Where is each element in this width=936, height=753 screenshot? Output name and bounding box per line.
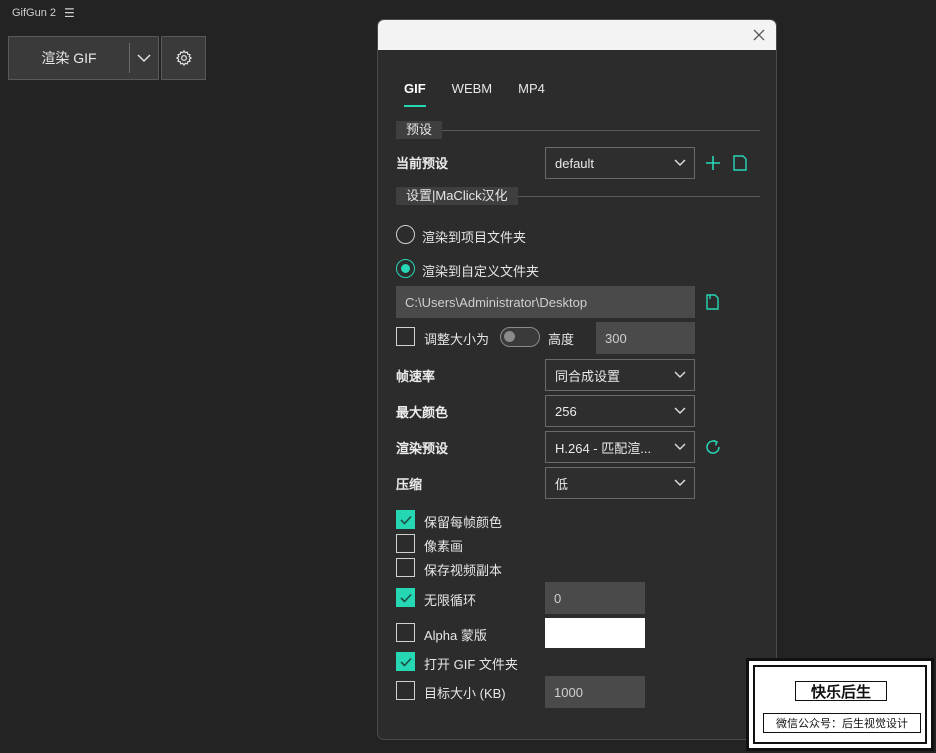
stamp-subtitle: 微信公众号：后生视觉设计 — [763, 713, 921, 733]
section-divider — [517, 195, 760, 197]
infinite-loop-label: 无限循环 — [424, 593, 477, 608]
target-size-input[interactable]: 1000 — [545, 676, 645, 708]
render-preset-label: 渲染预设 — [396, 441, 449, 456]
format-tabs: GIF WEBM MP4 — [404, 81, 545, 107]
compression-label: 压缩 — [396, 477, 423, 492]
height-input[interactable]: 300 — [596, 322, 695, 354]
tab-mp4[interactable]: MP4 — [518, 81, 545, 107]
browse-folder-button[interactable] — [704, 293, 722, 311]
tab-gif[interactable]: GIF — [404, 81, 426, 107]
fps-value: 同合成设置 — [555, 368, 621, 384]
current-preset-select[interactable]: default — [545, 147, 695, 179]
max-colors-label: 最大颜色 — [396, 405, 449, 420]
max-colors-value: 256 — [555, 403, 577, 419]
settings-section-title: 设置|MaClick汉化 — [396, 187, 518, 205]
gear-icon — [175, 49, 192, 67]
pixel-art-label: 像素画 — [424, 539, 464, 554]
loop-count-input[interactable]: 0 — [545, 582, 645, 614]
infinite-loop-checkbox[interactable] — [396, 588, 415, 607]
stamp-title: 快乐后生 — [795, 681, 887, 701]
settings-button[interactable] — [161, 36, 206, 80]
render-gif-button[interactable]: 渲染 GIF — [9, 37, 129, 79]
save-video-copy-checkbox[interactable] — [396, 558, 415, 577]
alpha-matte-label: Alpha 蒙版 — [424, 628, 487, 643]
open-gif-folder-checkbox[interactable] — [396, 652, 415, 671]
resize-label: 调整大小为 — [424, 332, 490, 347]
radio-render-to-custom[interactable] — [396, 259, 415, 278]
chevron-down-icon — [674, 479, 686, 486]
radio-render-to-project[interactable] — [396, 225, 415, 244]
open-gif-folder-label: 打开 GIF 文件夹 — [424, 657, 518, 672]
current-preset-label: 当前预设 — [396, 156, 449, 171]
checkmark-icon — [399, 515, 412, 525]
watermark-stamp: 快乐后生 微信公众号：后生视觉设计 — [746, 658, 934, 751]
refresh-icon — [706, 439, 720, 454]
pixel-art-checkbox[interactable] — [396, 534, 415, 553]
fps-label: 帧速率 — [396, 369, 436, 384]
folder-icon — [706, 294, 719, 310]
settings-section-header: 设置|MaClick汉化 — [396, 187, 760, 205]
max-colors-select[interactable]: 256 — [545, 395, 695, 427]
render-options-dropdown[interactable] — [130, 37, 158, 79]
add-preset-button[interactable] — [704, 154, 722, 172]
tab-webm[interactable]: WEBM — [452, 81, 492, 107]
chevron-down-icon — [674, 159, 686, 166]
preset-section-title: 预设 — [396, 121, 443, 139]
close-icon — [753, 29, 765, 41]
target-size-label: 目标大小 (KB) — [424, 686, 506, 701]
keep-frame-colors-label: 保留每帧颜色 — [424, 515, 503, 530]
chevron-down-icon — [674, 371, 686, 378]
keep-frame-colors-checkbox[interactable] — [396, 510, 415, 529]
alpha-matte-checkbox[interactable] — [396, 623, 415, 642]
save-video-copy-label: 保存视频副本 — [424, 563, 503, 578]
radio-render-to-custom-label: 渲染到自定义文件夹 — [422, 264, 540, 279]
render-preset-value: H.264 - 匹配渲... — [555, 440, 652, 456]
panel-title-text: GifGun 2 — [12, 7, 57, 19]
render-preset-select[interactable]: H.264 - 匹配渲... — [545, 431, 695, 463]
panel-title: GifGun 2 ☰ — [12, 6, 75, 20]
dialog-titlebar — [378, 20, 776, 50]
fps-select[interactable]: 同合成设置 — [545, 359, 695, 391]
render-gif-split-button: 渲染 GIF — [8, 36, 159, 80]
checkmark-icon — [399, 657, 412, 667]
alpha-matte-color-swatch[interactable] — [545, 618, 645, 648]
export-settings-dialog: GIF WEBM MP4 预设 当前预设 default 设置|MaClick汉… — [377, 19, 777, 740]
plus-icon — [706, 156, 720, 170]
compression-value: 低 — [555, 476, 569, 492]
target-size-checkbox[interactable] — [396, 681, 415, 700]
resize-checkbox[interactable] — [396, 327, 415, 346]
resize-dimension-toggle[interactable] — [500, 327, 540, 347]
save-icon — [733, 155, 747, 171]
chevron-down-icon — [137, 54, 151, 63]
chevron-down-icon — [674, 443, 686, 450]
chevron-down-icon — [674, 407, 686, 414]
checkmark-icon — [399, 593, 412, 603]
output-path-field[interactable]: C:\Users\Administrator\Desktop — [396, 286, 695, 318]
hamburger-icon[interactable]: ☰ — [64, 6, 75, 20]
save-preset-button[interactable] — [731, 154, 749, 172]
compression-select[interactable]: 低 — [545, 467, 695, 499]
close-button[interactable] — [748, 24, 770, 46]
current-preset-value: default — [555, 155, 595, 171]
section-divider — [442, 129, 760, 131]
preset-section-header: 预设 — [396, 121, 760, 139]
refresh-presets-button[interactable] — [704, 438, 722, 456]
radio-render-to-project-label: 渲染到项目文件夹 — [422, 230, 527, 245]
height-label: 高度 — [548, 332, 575, 347]
